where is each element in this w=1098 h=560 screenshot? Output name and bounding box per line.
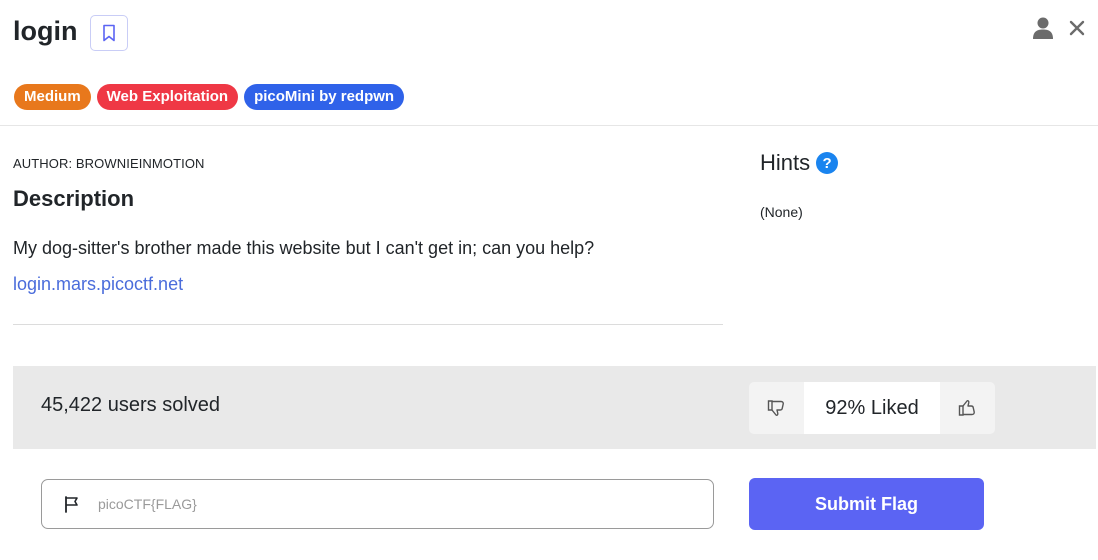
challenge-link[interactable]: login.mars.picoctf.net [13, 274, 183, 295]
flag-icon [64, 495, 80, 513]
bookmark-icon [102, 24, 116, 42]
author-label: AUTHOR: BROWNIEINMOTION [13, 156, 205, 171]
description-heading: Description [13, 186, 135, 211]
bookmark-button[interactable] [90, 15, 128, 51]
category-tag[interactable]: Web Exploitation [96, 84, 239, 110]
stats-bar: 45,422 users solved 92% Liked [13, 366, 1096, 449]
challenge-title: login [13, 16, 78, 46]
difficulty-tag[interactable]: Medium [14, 84, 91, 110]
solved-count: 45,422 users solved [41, 394, 221, 416]
divider [13, 324, 723, 325]
liked-percentage: 92% Liked [804, 382, 940, 434]
hints-label: Hints [760, 150, 811, 175]
hints-content: (None) [760, 204, 803, 220]
rating-box: 92% Liked [749, 382, 995, 434]
user-icon[interactable] [1032, 16, 1054, 40]
tag-list: Medium Web Exploitation picoMini by redp… [14, 84, 405, 110]
description-text: My dog-sitter's brother made this websit… [13, 238, 595, 258]
thumbs-up-icon[interactable] [940, 382, 995, 434]
help-icon[interactable]: ? [816, 152, 839, 174]
hints-heading: Hints ? [760, 150, 839, 176]
flag-input[interactable] [98, 496, 658, 512]
close-icon[interactable] [1068, 19, 1086, 37]
event-tag[interactable]: picoMini by redpwn [244, 84, 405, 110]
thumbs-down-icon[interactable] [749, 382, 804, 434]
submit-flag-button[interactable]: Submit Flag [749, 478, 984, 530]
flag-field [41, 479, 714, 529]
challenge-header: login Medium Web Exploitation picoMini b… [0, 0, 1098, 126]
